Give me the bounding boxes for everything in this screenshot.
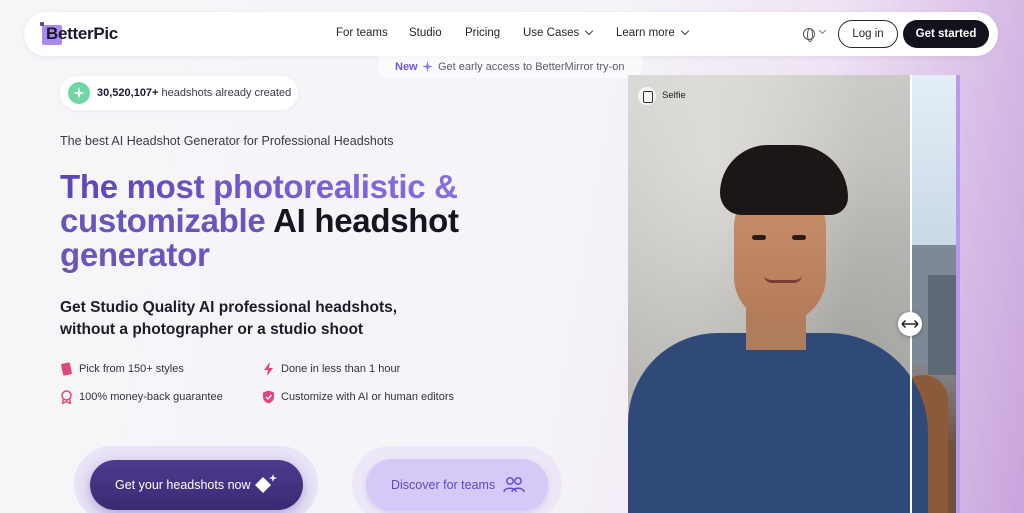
- nav-link-use-cases[interactable]: Use Cases: [523, 26, 594, 39]
- tag-icon: [61, 362, 72, 376]
- discover-for-teams-button[interactable]: Discover for teams: [366, 459, 548, 511]
- sparkle-icon: [422, 61, 433, 72]
- headshot-count-text: 30,520,107+ headshots already created: [97, 87, 291, 99]
- get-headshots-button[interactable]: Get your headshots now: [90, 460, 303, 510]
- get-started-button[interactable]: Get started: [903, 20, 989, 48]
- chevron-down-icon: [680, 26, 690, 36]
- shield-check-icon: [263, 390, 274, 404]
- top-navbar: BetterPic For teams Studio Pricing Use C…: [24, 12, 998, 56]
- logo-dot: [40, 22, 44, 26]
- nav-link-learn-more[interactable]: Learn more: [616, 26, 690, 39]
- hero-tagline: The best AI Headshot Generator for Profe…: [60, 134, 394, 148]
- headshot-count-badge: 30,520,107+ headshots already created: [60, 76, 298, 110]
- headline-part-2: customizable: [60, 202, 266, 239]
- medal-icon: [61, 390, 72, 404]
- headline-part-3: AI headshot: [273, 202, 459, 239]
- feature-speed-text: Done in less than 1 hour: [281, 363, 401, 375]
- subheadline-line-1: Get Studio Quality AI professional heads…: [60, 299, 398, 316]
- logo-text: BetterPic: [46, 24, 118, 43]
- headshot-count: 30,520,107+: [97, 87, 159, 99]
- lightning-icon: [264, 362, 273, 376]
- arrows-horizontal-icon: [901, 319, 919, 329]
- phone-icon: [638, 87, 656, 105]
- feature-customize-text: Customize with AI or human editors: [281, 391, 455, 403]
- logo[interactable]: BetterPic: [40, 22, 130, 46]
- get-headshots-label: Get your headshots now: [115, 478, 251, 492]
- feature-guarantee-text: 100% money-back guarantee: [79, 391, 223, 403]
- hero-headline: The most photorealistic & customizable A…: [60, 170, 540, 272]
- announcement-banner[interactable]: New Get early access to BetterMirror try…: [378, 56, 642, 78]
- comparison-divider[interactable]: [910, 75, 912, 513]
- nav-link-learn-more-label: Learn more: [616, 27, 675, 39]
- nav-link-studio[interactable]: Studio: [409, 27, 442, 39]
- banner-text: Get early access to BetterMirror try-on: [438, 61, 625, 73]
- photo-eye: [792, 235, 806, 240]
- selfie-text: Selfie: [662, 90, 686, 101]
- new-badge: New: [395, 61, 418, 73]
- subheadline-line-2: without a photographer or a studio shoot: [60, 321, 364, 338]
- nav-link-pricing[interactable]: Pricing: [465, 27, 500, 39]
- chevron-down-icon: [585, 26, 594, 36]
- headshot-count-label: headshots already created: [161, 87, 292, 99]
- photo-panel-edge: [956, 75, 960, 513]
- before-after-photo[interactable]: Selfie: [628, 75, 960, 513]
- feature-styles-text: Pick from 150+ styles: [79, 363, 184, 375]
- hero-subheadline: Get Studio Quality AI professional heads…: [60, 297, 420, 341]
- headline-part-1: The most photorealistic &: [60, 168, 458, 205]
- chevron-down-icon[interactable]: [818, 26, 827, 35]
- nav-link-use-cases-label: Use Cases: [523, 27, 580, 39]
- discover-for-teams-label: Discover for teams: [391, 478, 496, 492]
- login-button[interactable]: Log in: [838, 20, 898, 48]
- sparkle-icon: [68, 82, 90, 104]
- team-icon: [503, 477, 525, 493]
- photo-eye: [752, 235, 766, 240]
- photo-shirt: [628, 333, 928, 513]
- photo-mouth: [764, 275, 802, 283]
- comparison-slider-handle[interactable]: [898, 312, 922, 336]
- globe-icon[interactable]: [803, 28, 815, 42]
- sparkle-diamond-icon: [255, 474, 277, 493]
- headline-part-4: generator: [60, 236, 210, 273]
- nav-link-for-teams[interactable]: For teams: [336, 27, 388, 39]
